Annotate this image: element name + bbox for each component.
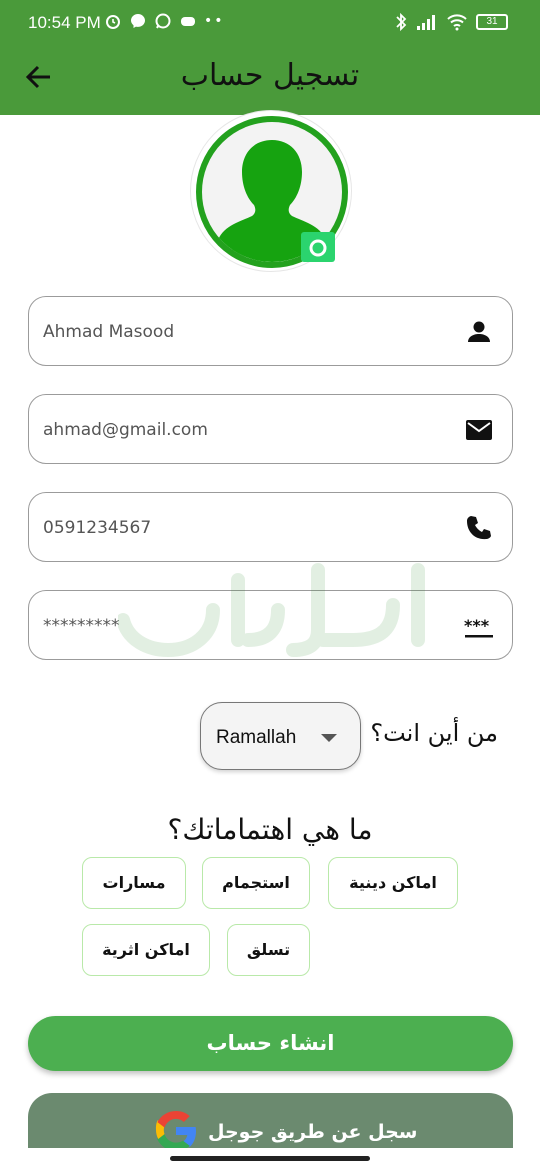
alarm-icon (106, 15, 120, 29)
chevron-down-icon (321, 734, 337, 742)
status-left-icons: •• (104, 12, 225, 30)
status-bar: 10:54 PM •• 31 (0, 0, 540, 46)
phone-field[interactable] (28, 492, 513, 562)
chip-archaeological-places[interactable]: اماكن اثرية (82, 924, 210, 976)
name-input[interactable] (43, 317, 443, 347)
create-account-button[interactable]: انشاء حساب (28, 1016, 513, 1071)
mail-icon (466, 420, 492, 440)
dots-icon: •• (204, 13, 225, 29)
password-icon: *** (464, 616, 493, 638)
status-right-icons: 31 (394, 12, 508, 32)
chip-trails[interactable]: مسارات (82, 857, 186, 909)
password-input[interactable] (43, 611, 443, 641)
phone-icon (467, 516, 491, 540)
game-icon (181, 17, 195, 26)
chip-climbing[interactable]: تسلق (227, 924, 310, 976)
camera-icon (309, 239, 327, 257)
phone-input[interactable] (43, 513, 443, 543)
city-dropdown[interactable]: Ramallah (200, 702, 361, 770)
messenger-icon (131, 14, 145, 28)
bluetooth-icon (396, 12, 407, 32)
email-field[interactable] (28, 394, 513, 464)
email-input[interactable] (43, 415, 443, 445)
person-icon (468, 321, 490, 342)
change-photo-button[interactable] (301, 232, 335, 262)
home-indicator (170, 1156, 370, 1161)
interests-label: ما هي اهتماماتك؟ (167, 813, 373, 846)
city-dropdown-value: Ramallah (216, 727, 297, 748)
name-field[interactable] (28, 296, 513, 366)
password-field[interactable]: *** (28, 590, 513, 660)
status-time: 10:54 PM (28, 13, 101, 32)
google-signup-button[interactable]: سجل عن طريق جوجل (28, 1093, 513, 1153)
google-signup-label: سجل عن طريق جوجل (208, 1121, 418, 1143)
chip-religious-places[interactable]: اماكن دينية (328, 857, 458, 909)
svg-text:***: *** (464, 616, 490, 635)
location-label: من أين انت؟ (370, 719, 498, 747)
battery-icon: 31 (476, 14, 508, 30)
chip-relaxation[interactable]: استجمام (202, 857, 310, 909)
wifi-icon (447, 14, 467, 31)
page-title: تسجيل حساب (180, 58, 360, 93)
whatsapp-icon (155, 13, 171, 29)
signal-icon (417, 15, 435, 30)
